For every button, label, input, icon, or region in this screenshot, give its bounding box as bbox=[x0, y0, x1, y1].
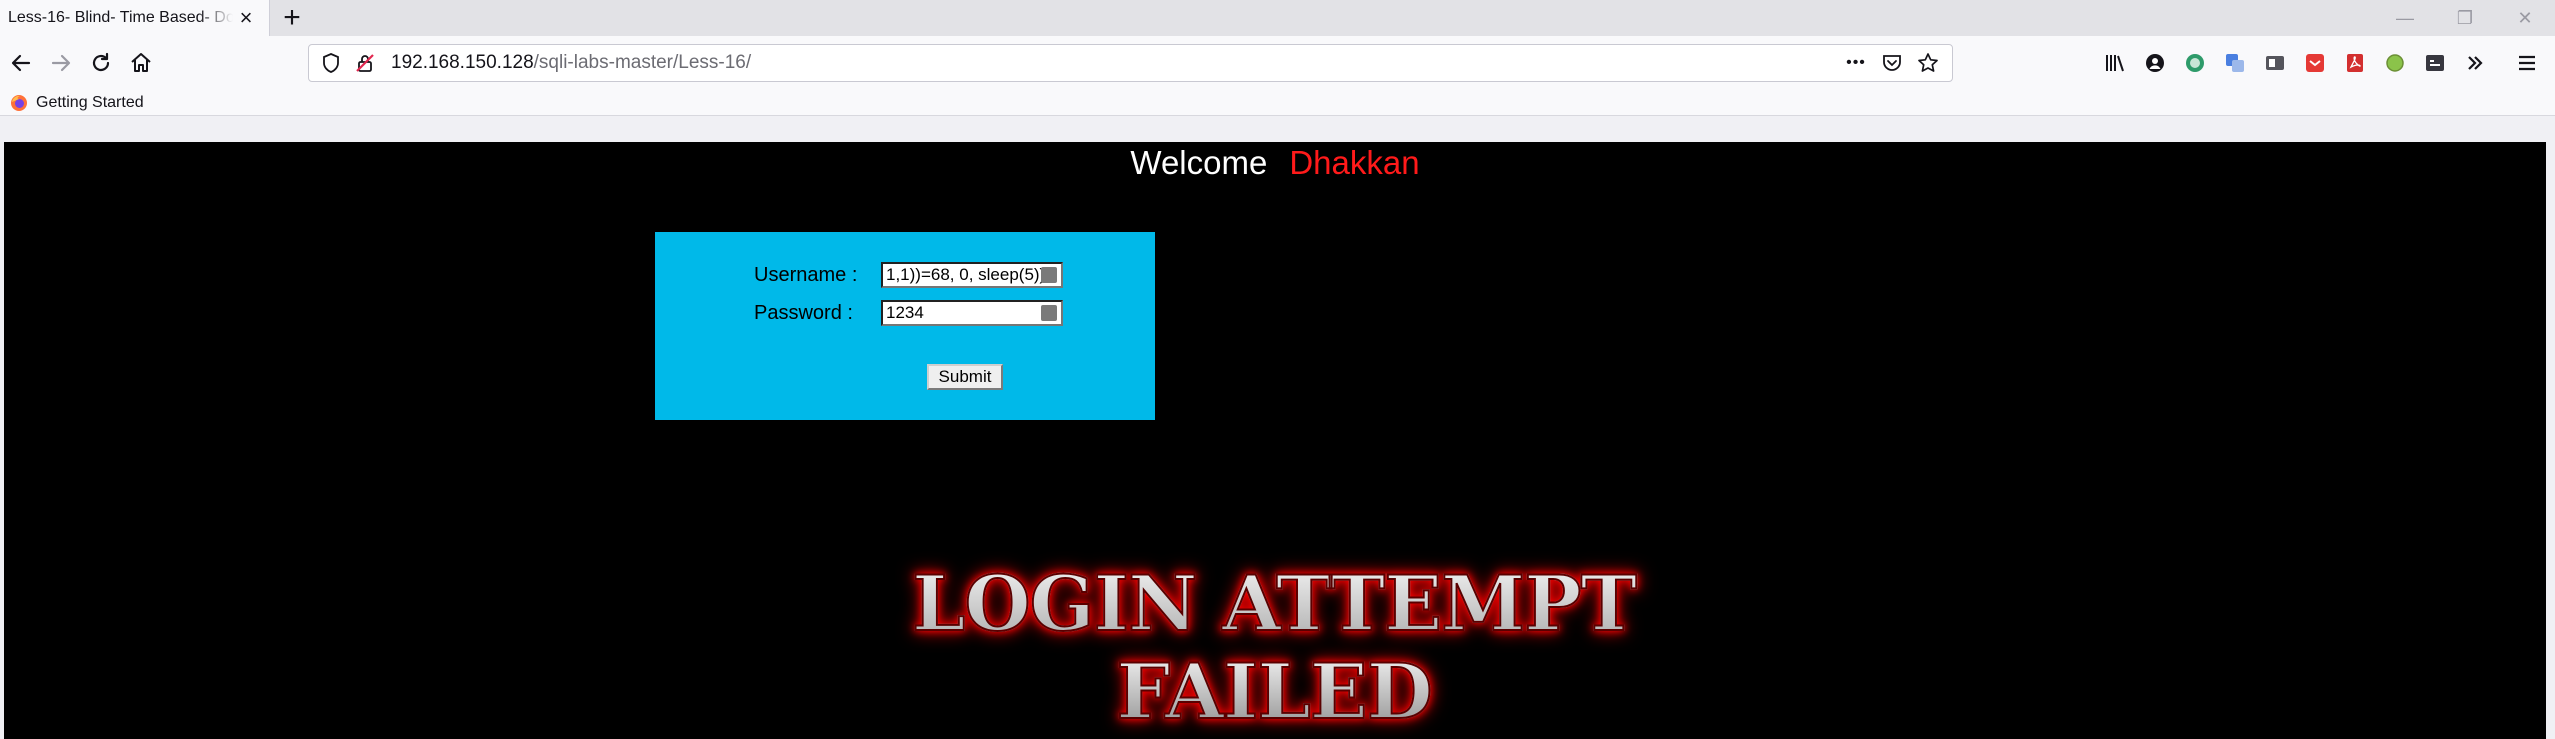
password-label: Password : bbox=[754, 302, 853, 324]
username-input[interactable]: 1,1))=68, 0, sleep(5))# bbox=[881, 262, 1063, 288]
welcome-heading: Welcome Dhakkan bbox=[4, 144, 2546, 182]
welcome-text: Welcome bbox=[1130, 144, 1268, 181]
firefox-icon bbox=[11, 94, 27, 111]
login-failed-banner: LOGIN ATTEMPT FAILED bbox=[704, 559, 1844, 737]
url-text[interactable]: 192.168.150.128/sqli-labs-master/Less-16… bbox=[391, 52, 751, 74]
tab-active[interactable]: Less-16- Blind- Time Based- Double Quote… bbox=[0, 0, 270, 36]
arrow-right-icon bbox=[51, 54, 71, 72]
overflow-chevron-icon[interactable] bbox=[2455, 43, 2495, 83]
arrow-left-icon bbox=[11, 54, 31, 72]
shield-red-icon[interactable] bbox=[2295, 43, 2335, 83]
url-actions: ••• bbox=[1838, 47, 1952, 79]
username-label: Username : bbox=[754, 264, 858, 286]
username-value: 1,1))=68, 0, sleep(5))# bbox=[886, 265, 1055, 284]
tab-title: Less-16- Blind- Time Based- Double Quote… bbox=[8, 9, 233, 26]
failed-line-2: FAILED bbox=[1115, 647, 1433, 737]
home-button[interactable] bbox=[122, 44, 160, 82]
status-circle-icon[interactable] bbox=[2375, 43, 2415, 83]
insecure-lock-icon[interactable] bbox=[353, 51, 377, 75]
password-value: 1234 bbox=[886, 303, 924, 322]
bookmarks-toolbar: Getting Started bbox=[0, 90, 2555, 116]
home-icon bbox=[131, 53, 151, 72]
bookmark-getting-started[interactable]: Getting Started bbox=[10, 94, 144, 112]
account-icon[interactable] bbox=[2135, 43, 2175, 83]
back-button[interactable] bbox=[2, 44, 40, 82]
tab-strip: Less-16- Blind- Time Based- Double Quote… bbox=[0, 0, 2555, 36]
page-actions-icon[interactable]: ••• bbox=[1838, 47, 1874, 79]
devtools-extension-icon[interactable] bbox=[2415, 43, 2455, 83]
new-tab-button[interactable]: + bbox=[270, 0, 314, 36]
pdf-icon[interactable] bbox=[2335, 43, 2375, 83]
translate-icon[interactable] bbox=[2215, 43, 2255, 83]
reader-extension-icon[interactable] bbox=[2255, 43, 2295, 83]
restore-button[interactable]: ❐ bbox=[2435, 0, 2495, 36]
url-path: /sqli-labs-master/Less-16/ bbox=[533, 52, 752, 73]
login-form: Username : 1,1))=68, 0, sleep(5))# Passw… bbox=[655, 232, 1155, 420]
submit-button[interactable]: Submit bbox=[927, 364, 1003, 390]
toolbar-extensions bbox=[2095, 36, 2547, 90]
password-input[interactable]: 1234 bbox=[881, 300, 1063, 326]
reload-button[interactable] bbox=[82, 44, 120, 82]
menu-hamburger-icon[interactable] bbox=[2507, 43, 2547, 83]
password-manager-icon[interactable] bbox=[1041, 305, 1057, 321]
page-content: Welcome Dhakkan Username : 1,1))=68, 0, s… bbox=[4, 142, 2546, 739]
forward-button[interactable] bbox=[42, 44, 80, 82]
library-icon[interactable] bbox=[2095, 43, 2135, 83]
navigation-bar: 192.168.150.128/sqli-labs-master/Less-16… bbox=[0, 36, 2555, 90]
tab-close-icon[interactable]: × bbox=[235, 7, 257, 29]
minimize-button[interactable]: — bbox=[2375, 0, 2435, 36]
failed-line-1: LOGIN ATTEMPT bbox=[911, 559, 1638, 649]
bookmark-label: Getting Started bbox=[36, 93, 144, 111]
url-host: 192.168.150.128 bbox=[391, 52, 534, 73]
shield-icon[interactable] bbox=[319, 51, 343, 75]
welcome-name: Dhakkan bbox=[1289, 144, 1420, 181]
reload-icon bbox=[92, 52, 110, 72]
close-window-button[interactable]: ✕ bbox=[2495, 0, 2555, 36]
pocket-icon[interactable] bbox=[1874, 47, 1910, 79]
password-manager-icon[interactable] bbox=[1041, 267, 1057, 283]
extension-green-icon[interactable] bbox=[2175, 43, 2215, 83]
window-controls: — ❐ ✕ bbox=[2375, 0, 2555, 36]
url-bar[interactable]: 192.168.150.128/sqli-labs-master/Less-16… bbox=[308, 44, 1953, 82]
bookmark-star-icon[interactable] bbox=[1910, 47, 1946, 79]
